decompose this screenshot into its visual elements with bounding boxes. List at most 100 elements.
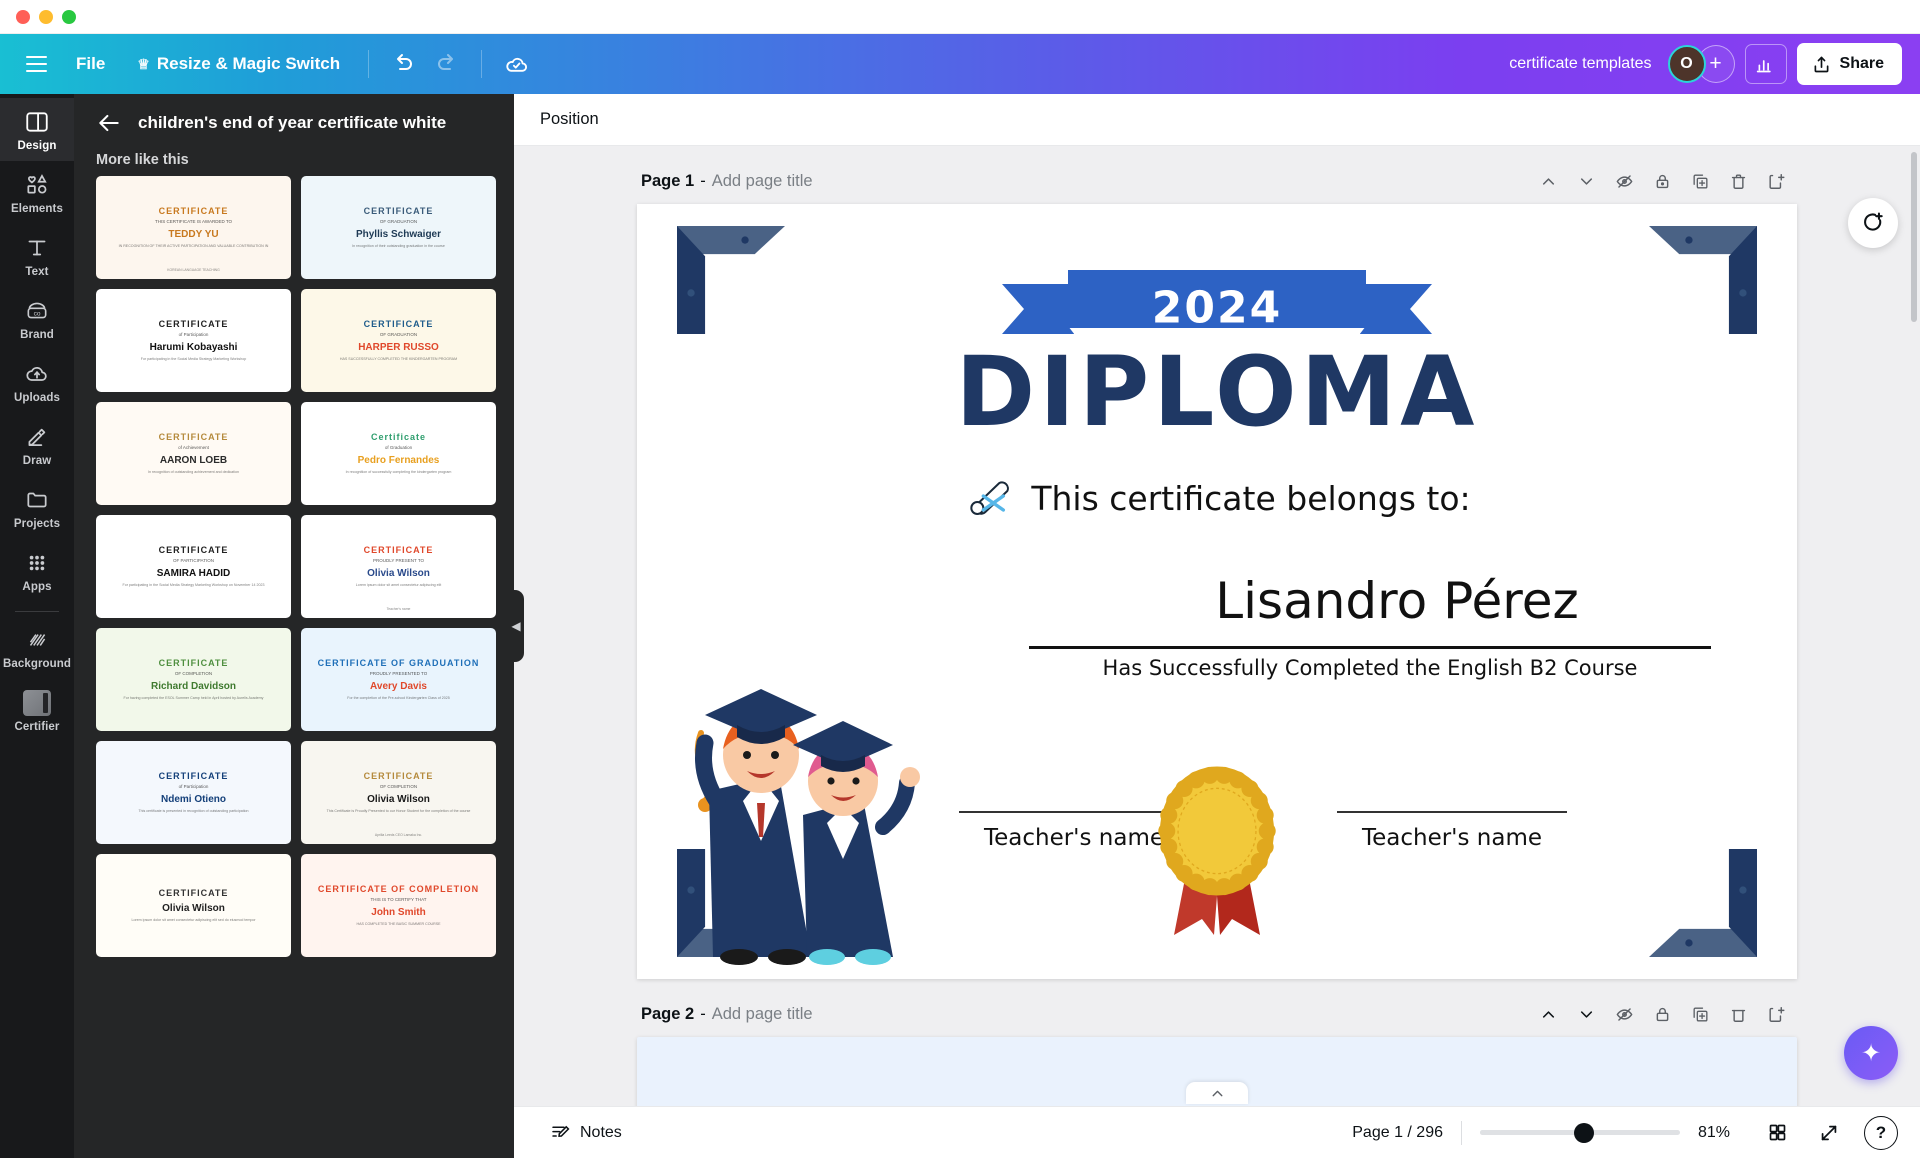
template-thumbnail[interactable]: CERTIFICATE OF GRADUATION PROUDLY PRESENT… [301,628,496,731]
template-body-text: In recognition of successfully completin… [345,469,452,474]
collapse-panel-icon[interactable]: ◀ [508,590,524,662]
undo-icon[interactable] [383,44,423,84]
move-page-down-icon[interactable] [1569,166,1603,196]
document-title[interactable]: certificate templates [1509,55,1651,73]
page-1-canvas[interactable]: 2024 DIPLOMA This certificate belongs to… [637,204,1797,979]
sidebar-item-draw[interactable]: Draw [0,413,74,476]
svg-text:co: co [34,310,41,317]
sidebar-item-projects[interactable]: Projects [0,476,74,539]
design-icon [24,109,50,135]
sidebar-item-certifier[interactable]: Certifier [0,679,74,742]
template-recipient-name: Phyllis Schwaiger [355,228,442,240]
file-menu-button[interactable]: File [62,45,119,83]
sidebar-item-label: Draw [22,455,52,467]
grid-view-icon[interactable] [1760,1117,1794,1149]
sidebar-item-elements[interactable]: Elements [0,161,74,224]
template-thumbnail[interactable]: CERTIFICATE Olivia Wilson Lorem ipsum dolo… [96,854,291,957]
notes-button[interactable]: Notes [540,1116,632,1149]
sidebar-item-design[interactable]: Design [0,98,74,161]
template-thumbnail[interactable]: CERTIFICATE of Participation Ndemi Otieno T… [96,741,291,844]
template-thumbnail[interactable]: CERTIFICATE of Participation Harumi Kobaya… [96,289,291,392]
sidebar-item-background[interactable]: Background [0,616,74,679]
toolbar-divider-2 [481,50,483,78]
template-thumbnail[interactable]: CERTIFICATE OF COMPLETION Richard Davidson… [96,628,291,731]
add-comment-icon[interactable] [1848,198,1898,248]
sidebar-item-brand[interactable]: co Brand [0,287,74,350]
template-footer-text: KOREAN LANGUAGE TEACHING [167,268,220,272]
lock-page-icon[interactable] [1645,999,1679,1029]
zoom-level[interactable]: 81% [1698,1124,1742,1142]
add-page-icon[interactable] [1759,999,1793,1029]
completion-text[interactable]: Has Successfully Completed the English B… [1029,656,1711,680]
template-subtitle: OF GRADUATION [379,331,418,337]
template-recipient-name: Olivia Wilson [367,793,430,805]
signature-right[interactable]: Teacher's name [1337,810,1567,851]
certificate-heading[interactable]: DIPLOMA [956,336,1479,448]
template-title: CERTIFICATE [158,770,229,781]
zoom-knob[interactable] [1574,1122,1594,1143]
template-thumbnail[interactable]: CERTIFICATE PROUDLY PRESENT TO Olivia Wils… [301,515,496,618]
position-button[interactable]: Position [540,110,599,129]
resize-magic-switch-button[interactable]: ♕ Resize & Magic Switch [123,45,354,83]
canvas-scrollbar[interactable] [1911,152,1917,322]
zoom-track[interactable] [1480,1122,1680,1143]
rail-divider [15,611,59,612]
move-page-down-icon[interactable] [1569,999,1603,1029]
template-recipient-name: Pedro Fernandes [357,454,440,466]
main-menu-icon[interactable] [14,44,58,84]
canvas-scroll-area[interactable]: Page 1 - Add page title 2024 DIPLOMA Thi… [514,146,1920,1106]
template-thumbnail[interactable]: CERTIFICATE OF COMPLETION THIS IS TO CERT… [301,854,496,957]
window-minimize-button[interactable] [39,9,53,24]
duplicate-page-icon[interactable] [1683,166,1717,196]
lock-page-icon[interactable] [1645,166,1679,196]
window-close-button[interactable] [16,9,30,24]
template-subtitle: of Participation [178,331,209,337]
sidebar-item-label: Uploads [13,392,61,404]
student-name[interactable]: Lisandro Pérez [1117,572,1677,630]
cloud-saved-icon[interactable] [496,44,536,84]
template-thumbnail[interactable]: CERTIFICATE OF GRADUATION HARPER RUSSO HAS … [301,289,496,392]
template-thumbnail[interactable]: CERTIFICATE OF GRADUATION Phyllis Schwaige… [301,176,496,279]
template-thumbnail[interactable]: CERTIFICATE THIS CERTIFICATE IS AWARDED T… [96,176,291,279]
sidebar-item-uploads[interactable]: Uploads [0,350,74,413]
window-maximize-button[interactable] [62,9,76,24]
template-subtitle: PROUDLY PRESENT TO [372,557,425,563]
fullscreen-icon[interactable] [1812,1117,1846,1149]
hide-page-icon[interactable] [1607,166,1641,196]
add-page-title-button[interactable]: Add page title [712,172,813,191]
template-thumbnail[interactable]: CERTIFICATE OF COMPLETION Olivia Wilson Thi… [301,741,496,844]
certificate-belongs-text[interactable]: This certificate belongs to: [1031,479,1470,518]
move-page-up-icon[interactable] [1531,166,1565,196]
template-body-text: This certificate is presented in recogni… [138,808,249,813]
delete-page-icon[interactable] [1721,166,1755,196]
upload-icon [1811,54,1832,75]
help-icon[interactable]: ? [1864,1115,1898,1150]
template-subtitle: PROUDLY PRESENTED TO [369,670,428,676]
share-button[interactable]: Share [1796,43,1902,85]
zoom-slider[interactable] [1480,1122,1680,1143]
delete-page-icon[interactable] [1721,999,1755,1029]
hide-page-icon[interactable] [1607,999,1641,1029]
bar-chart-icon[interactable] [1744,44,1787,84]
sidebar-item-text[interactable]: Text [0,224,74,287]
magic-studio-icon[interactable]: ✦ [1844,1026,1898,1080]
move-page-up-icon[interactable] [1531,999,1565,1029]
duplicate-page-icon[interactable] [1683,999,1717,1029]
redo-icon[interactable] [427,44,467,84]
template-thumbnail[interactable]: Certificate of Graduation Pedro Fernandes I… [301,402,496,505]
template-recipient-name: Harumi Kobayashi [149,341,238,353]
back-arrow-icon[interactable] [96,110,122,136]
apps-icon [24,550,50,576]
scroll-up-icon[interactable] [1186,1082,1248,1104]
sidebar-item-label: Apps [22,581,52,593]
certifier-app-icon [23,690,51,716]
add-page-icon[interactable] [1759,166,1793,196]
template-thumbnail[interactable]: CERTIFICATE of Achievement AARON LOEB In re… [96,402,291,505]
template-thumbnail[interactable]: CERTIFICATE OF PARTICIPATION SAMIRA HADID F… [96,515,291,618]
page-label: Page 1 [641,171,695,190]
page-count[interactable]: Page 1 / 296 [1352,1124,1443,1142]
template-body-text: For the completion of the Pre-school Kin… [347,695,450,700]
avatar[interactable]: O [1667,45,1706,83]
add-page-title-button[interactable]: Add page title [712,1005,813,1024]
sidebar-item-apps[interactable]: Apps [0,539,74,602]
